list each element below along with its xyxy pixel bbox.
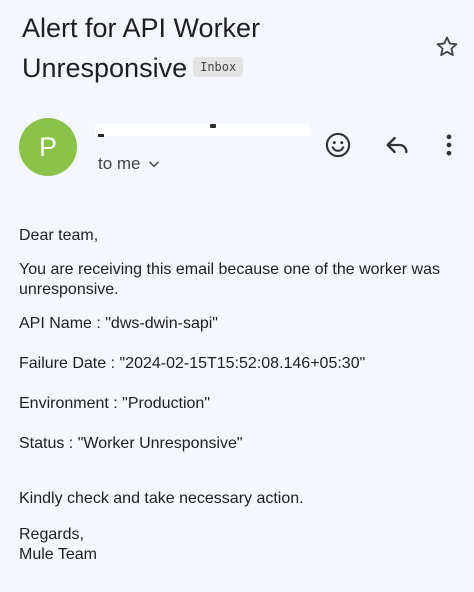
body-status: Status : "Worker Unresponsive" (19, 435, 243, 452)
body-closing: Regards, (19, 526, 84, 543)
inbox-label-badge[interactable]: Inbox (193, 57, 244, 77)
chevron-down-icon (147, 157, 161, 171)
sender-avatar[interactable]: P (19, 118, 77, 176)
more-options-button[interactable] (432, 128, 466, 162)
email-body: Dear team, You are receiving this email … (19, 226, 459, 565)
body-failure-date: Failure Date : "2024-02-15T15:52:08.146+… (19, 355, 366, 372)
star-button[interactable] (432, 32, 462, 62)
star-outline-icon (436, 36, 458, 57)
reply-icon (386, 136, 408, 154)
recipient-details-toggle[interactable]: to me (98, 154, 161, 174)
body-api-name: API Name : "dws-dwin-sapi" (19, 315, 218, 332)
email-subject: Alert for API Worker Unresponsive Inbox (22, 8, 422, 88)
avatar-letter: P (38, 131, 57, 162)
body-signature: Mule Team (19, 546, 97, 563)
recipient-text: to me (98, 154, 141, 173)
body-intro: You are receiving this email because one… (19, 261, 440, 298)
emoji-reaction-icon (325, 132, 351, 158)
body-greeting: Dear team, (19, 227, 99, 244)
body-environment: Environment : "Production" (19, 395, 211, 412)
redaction-artifact (98, 134, 104, 137)
more-vert-icon (446, 134, 452, 156)
sender-name-redacted[interactable] (95, 124, 310, 136)
reply-button[interactable] (380, 128, 414, 162)
body-action: Kindly check and take necessary action. (19, 490, 304, 507)
add-reaction-button[interactable] (321, 128, 355, 162)
redaction-artifact (210, 124, 216, 128)
